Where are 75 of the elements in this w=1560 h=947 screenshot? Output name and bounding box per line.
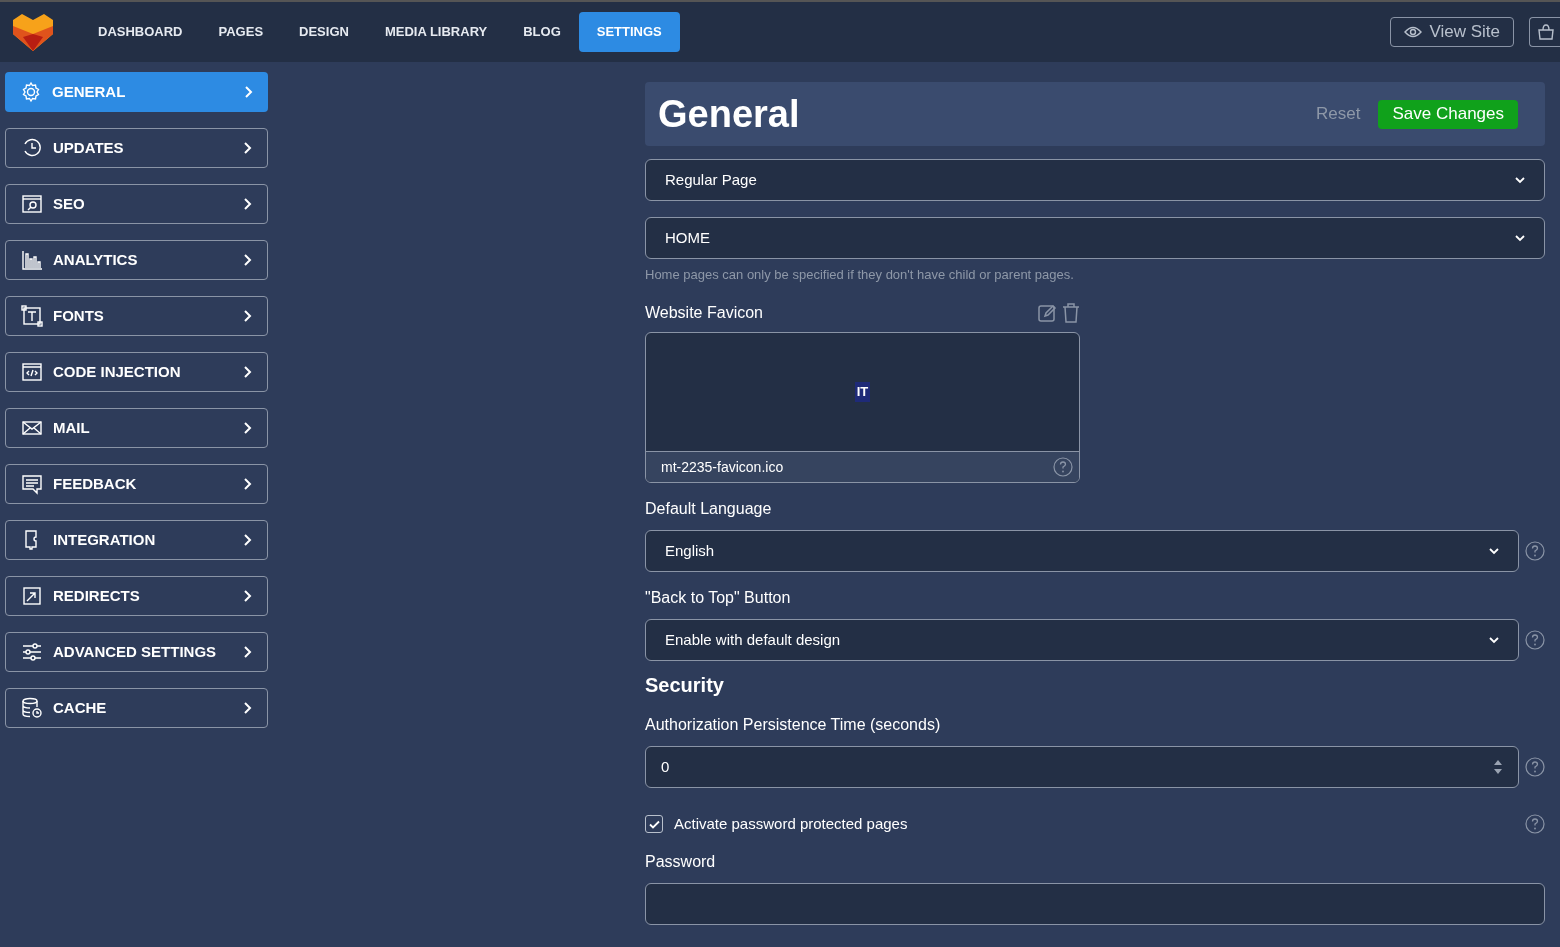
- favicon-preview: IT: [854, 382, 871, 402]
- sliders-icon: [21, 641, 43, 663]
- field-label: Website Favicon: [645, 303, 764, 323]
- message-icon: [21, 473, 43, 495]
- view-site-button[interactable]: View Site: [1390, 17, 1514, 47]
- sidebar-item[interactable]: ANALYTICS: [5, 240, 268, 280]
- checkmark-icon: [648, 819, 660, 829]
- help-icon[interactable]: [1525, 814, 1545, 834]
- nav-tab[interactable]: BLOG: [505, 12, 579, 52]
- select-field[interactable]: Regular Page: [645, 159, 1545, 201]
- chevron-down-icon: [1489, 547, 1499, 555]
- sidebar-item[interactable]: UPDATES: [5, 128, 268, 168]
- chevron-right-icon: [243, 141, 252, 155]
- shop-button[interactable]: [1529, 17, 1560, 47]
- field-label: Password: [645, 852, 717, 872]
- nav-tab[interactable]: SETTINGS: [578, 12, 680, 52]
- spinner-icon[interactable]: [1493, 758, 1503, 776]
- checkbox[interactable]: [645, 815, 663, 833]
- help-icon[interactable]: [1525, 757, 1545, 777]
- number-field[interactable]: 0: [645, 746, 1519, 788]
- chevron-right-icon: [243, 421, 252, 435]
- field-label: Default Language: [645, 499, 773, 519]
- chevron-right-icon: [243, 197, 252, 211]
- chevron-right-icon: [243, 253, 252, 267]
- password-field[interactable]: [645, 883, 1545, 925]
- chevron-down-icon: [1515, 176, 1525, 184]
- chevron-right-icon: [243, 365, 252, 379]
- sidebar-item[interactable]: FONTS: [5, 296, 268, 336]
- chevron-down-icon: [1489, 636, 1499, 644]
- select-field[interactable]: Enable with default design: [645, 619, 1519, 661]
- basket-icon: [1537, 23, 1555, 41]
- heart-logo[interactable]: [12, 12, 54, 52]
- eye-icon: [1404, 26, 1423, 38]
- nav-tab[interactable]: DESIGN: [281, 12, 367, 52]
- sidebar-item[interactable]: MAIL: [5, 408, 268, 448]
- chevron-right-icon: [243, 309, 252, 323]
- database-clock-icon: [21, 697, 43, 719]
- file-name: mt-2235-favicon.ico: [661, 457, 785, 477]
- select-field[interactable]: HOME: [645, 217, 1545, 259]
- chevron-right-icon: [243, 477, 252, 491]
- gear-icon: [20, 81, 42, 103]
- chevron-right-icon: [243, 589, 252, 603]
- clock-icon: [21, 137, 43, 159]
- nav-tab[interactable]: MEDIA LIBRARY: [366, 12, 506, 52]
- window-search-icon: [21, 193, 43, 215]
- sidebar-item[interactable]: CODE INJECTION: [5, 352, 268, 392]
- sidebar-item[interactable]: GENERAL: [5, 72, 268, 112]
- sidebar-item[interactable]: REDIRECTS: [5, 576, 268, 616]
- page-title: General: [658, 91, 800, 137]
- chevron-right-icon: [244, 85, 253, 99]
- hint-text: Home pages can only be specified if they don't have child or parent pages.: [645, 267, 1075, 283]
- nav-tab[interactable]: PAGES: [200, 12, 282, 52]
- section-heading: Security: [645, 673, 725, 697]
- chevron-down-icon: [1515, 234, 1525, 242]
- bar-chart-icon: [21, 249, 43, 271]
- text-frame-icon: [21, 305, 43, 327]
- sidebar-item[interactable]: FEEDBACK: [5, 464, 268, 504]
- code-window-icon: [21, 361, 43, 383]
- sidebar-item[interactable]: SEO: [5, 184, 268, 224]
- edit-icon[interactable]: [1037, 303, 1057, 323]
- sidebar-item[interactable]: CACHE: [5, 688, 268, 728]
- nav-tab[interactable]: DASHBOARD: [80, 12, 201, 52]
- chevron-right-icon: [243, 701, 252, 715]
- checkbox-label: Activate password protected pages: [674, 813, 909, 834]
- help-icon[interactable]: [1053, 457, 1073, 478]
- chevron-right-icon: [243, 533, 252, 547]
- help-icon[interactable]: [1525, 541, 1545, 561]
- sidebar-item[interactable]: INTEGRATION: [5, 520, 268, 560]
- field-label: "Back to Top" Button: [645, 588, 792, 608]
- help-icon[interactable]: [1525, 630, 1545, 650]
- chevron-right-icon: [243, 645, 252, 659]
- field-label: Authorization Persistence Time (seconds): [645, 715, 942, 735]
- sidebar-item[interactable]: ADVANCED SETTINGS: [5, 632, 268, 672]
- select-field[interactable]: English: [645, 530, 1519, 572]
- trash-icon[interactable]: [1062, 303, 1080, 323]
